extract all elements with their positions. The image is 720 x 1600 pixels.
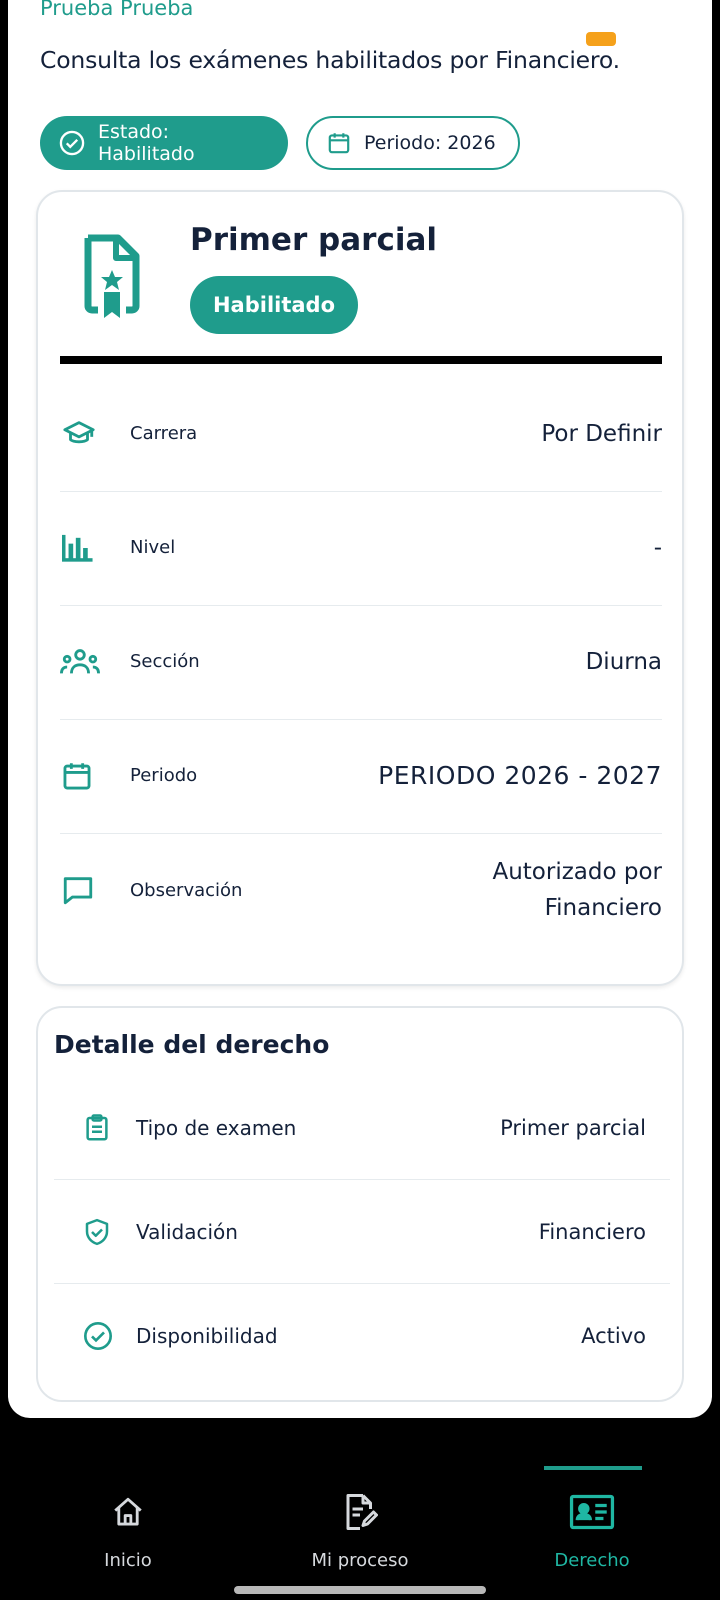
observacion-value: Autorizado por Financiero [350, 854, 662, 926]
divider-bar [60, 356, 662, 364]
periodo-chip-label: Periodo: 2026 [364, 132, 496, 154]
estado-chip-label: Estado: Habilitado [98, 121, 195, 165]
info-row-carrera: Carrera Por Definir [60, 376, 662, 492]
carrera-value: Por Definir [541, 420, 662, 447]
info-row-seccion: Sección Diurna [60, 604, 662, 720]
shield-check-icon [85, 1218, 109, 1245]
status-badge: Habilitado [190, 276, 358, 334]
detail-row-validacion: Validación Financiero [54, 1180, 670, 1284]
user-name: Prueba Prueba [40, 0, 194, 20]
nav-item-derecho[interactable]: Derecho [502, 1488, 682, 1571]
nav-label-inicio: Inicio [104, 1550, 152, 1571]
check-circle-icon [84, 1322, 112, 1350]
calendar-icon [63, 762, 91, 789]
detail-card: Detalle del derecho Tipo de examen Prime… [36, 1006, 684, 1402]
observacion-value-line1: Autorizado por [492, 859, 662, 885]
bar-chart-icon [62, 534, 93, 562]
seccion-label: Sección [130, 651, 200, 672]
clipboard-icon [86, 1113, 108, 1140]
notification-pill [586, 32, 616, 46]
nav-label-derecho: Derecho [554, 1550, 630, 1571]
info-row-observacion: Observación Autorizado por Financiero [60, 832, 662, 948]
nivel-label: Nivel [130, 537, 176, 558]
document-edit-icon [346, 1494, 378, 1530]
tipo-value: Primer parcial [500, 1115, 646, 1140]
disponibilidad-label: Disponibilidad [136, 1324, 278, 1348]
nav-item-mi-proceso[interactable]: Mi proceso [270, 1488, 450, 1571]
active-tab-indicator [544, 1466, 642, 1470]
validacion-label: Validación [136, 1219, 238, 1244]
page-subtitle: Consulta los exámenes habilitados por Fi… [40, 46, 620, 74]
periodo-filter-chip[interactable]: Periodo: 2026 [306, 116, 520, 170]
info-row-nivel: Nivel - [60, 490, 662, 606]
system-home-indicator[interactable] [234, 1586, 486, 1594]
validacion-value: Financiero [538, 1219, 646, 1244]
comment-icon [63, 877, 93, 905]
observacion-value-line2: Financiero [544, 895, 662, 921]
observacion-label: Observación [130, 879, 243, 901]
info-row-periodo: Periodo PERIODO 2026 - 2027 [60, 718, 662, 834]
carrera-label: Carrera [130, 423, 198, 444]
home-icon [114, 1497, 142, 1526]
periodo-value: PERIODO 2026 - 2027 [378, 760, 662, 790]
nivel-value: - [653, 534, 662, 561]
tipo-label: Tipo de examen [136, 1115, 297, 1140]
detail-card-title: Detalle del derecho [54, 1030, 330, 1059]
id-card-icon [569, 1494, 615, 1530]
seccion-value: Diurna [585, 648, 662, 675]
exam-card: Primer parcial Habilitado Carrera Por De… [36, 190, 684, 986]
nav-label-mi-proceso: Mi proceso [311, 1550, 409, 1571]
detail-row-tipo: Tipo de examen Primer parcial [54, 1076, 670, 1180]
bottom-navigation: Inicio Mi proceso Derecho [0, 1418, 720, 1600]
exam-title: Primer parcial [190, 222, 437, 258]
graduation-cap-icon [63, 420, 95, 443]
detail-row-disponibilidad: Disponibilidad Activo [54, 1284, 670, 1388]
estado-filter-chip[interactable]: Estado: Habilitado [40, 116, 288, 170]
app-screen: Prueba Prueba Consulta los exámenes habi… [8, 0, 712, 1418]
disponibilidad-value: Activo [581, 1324, 646, 1348]
group-icon [60, 648, 100, 674]
calendar-icon [328, 133, 350, 154]
periodo-label: Periodo [130, 765, 198, 786]
certificate-document-icon [84, 234, 140, 318]
check-circle-icon [59, 130, 85, 156]
nav-item-inicio[interactable]: Inicio [38, 1488, 218, 1571]
